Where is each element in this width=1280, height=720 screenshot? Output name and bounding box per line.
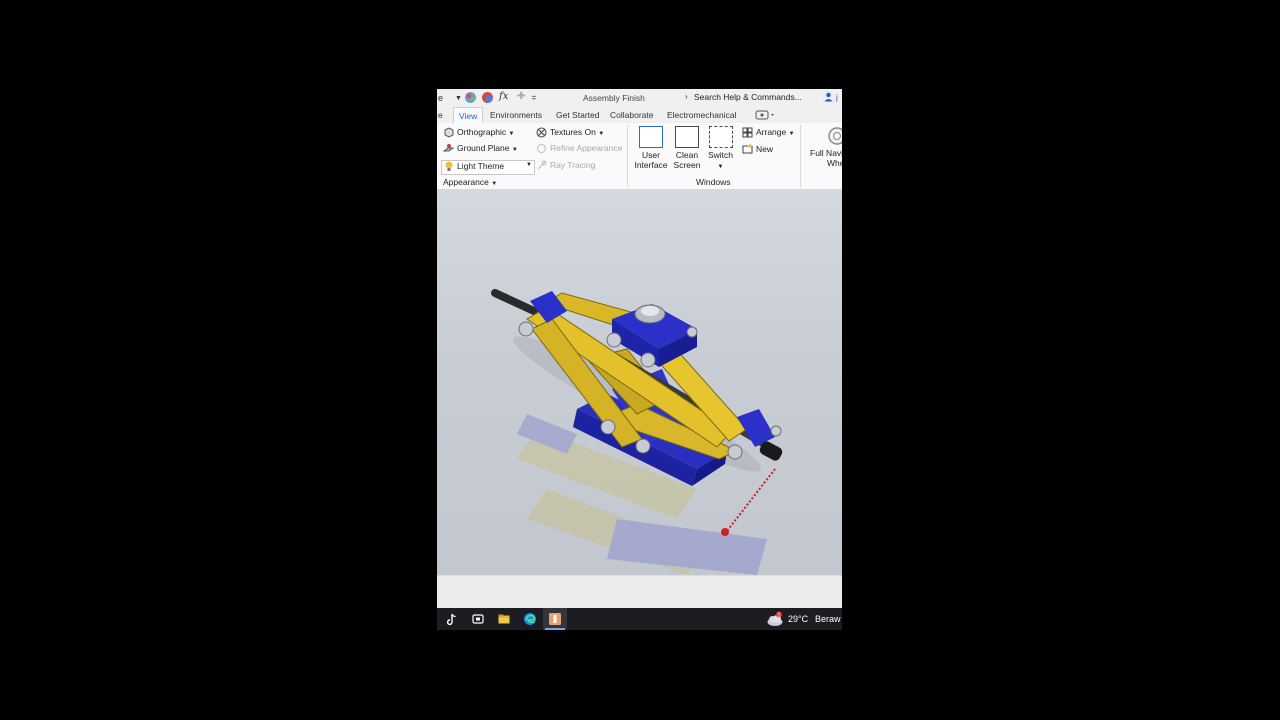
switch-label: Switch	[707, 150, 734, 160]
task-view-icon[interactable]	[471, 612, 485, 626]
user-interface-button[interactable]: User Interface	[632, 126, 670, 170]
tab-view[interactable]: View	[453, 107, 483, 124]
cube-icon	[444, 127, 454, 138]
ribbon-tabs: e View Environments Get Started Collabor…	[437, 106, 842, 124]
clean-screen-button[interactable]: Clean Screen	[670, 126, 704, 170]
orthographic-label: Orthographic	[457, 127, 507, 137]
document-title: Assembly Finish	[583, 93, 645, 103]
ground-plane-label: Ground Plane	[457, 143, 510, 153]
full-navigation-wheel-button[interactable]: Full Navi Whe	[805, 126, 842, 168]
clean-screen-label-1: Clean	[675, 150, 699, 160]
textures-icon	[536, 127, 547, 138]
light-theme-label: Light Theme	[457, 161, 505, 171]
ribbon: Orthographic ▼ Ground Plane ▼ Light Them…	[437, 123, 842, 190]
ground-plane-icon	[443, 144, 454, 152]
divider	[627, 125, 628, 187]
tab-partial[interactable]: e	[438, 110, 443, 120]
tab-electromechanical[interactable]: Electromechanical	[667, 110, 736, 120]
arrange-icon	[742, 127, 753, 138]
tab-environments[interactable]: Environments	[490, 110, 542, 120]
bulb-icon	[445, 161, 453, 172]
3d-viewport[interactable]	[437, 189, 842, 575]
temperature[interactable]: 29°C	[788, 614, 808, 624]
scissor-jack-model[interactable]	[437, 189, 842, 575]
bolt-head[interactable]	[640, 352, 656, 368]
weather-text[interactable]: Beraw	[815, 614, 841, 624]
divider	[800, 125, 801, 187]
refine-icon	[537, 144, 546, 154]
bolt-head[interactable]	[600, 419, 616, 435]
switch-windows-icon	[708, 126, 733, 148]
refine-appearance-label: Refine Appearance	[550, 143, 623, 153]
light-theme-dropdown[interactable]: Light Theme ▼	[444, 161, 532, 172]
inventor-app-icon[interactable]	[548, 612, 562, 626]
bolt-head[interactable]	[770, 425, 782, 437]
ground-plane-button[interactable]: Ground Plane ▼	[443, 143, 518, 154]
bolt-head[interactable]	[518, 321, 534, 337]
new-window-label: New	[756, 144, 774, 154]
tab-get-started[interactable]: Get Started	[556, 110, 599, 120]
lift-pad-top	[641, 306, 659, 316]
chevron-down-icon: ▼	[526, 162, 532, 168]
tab-view-label: View	[459, 111, 478, 121]
chevron-down-icon: ▼	[717, 164, 724, 170]
user-icon[interactable]	[823, 91, 834, 102]
clean-screen-label-2: Screen	[673, 160, 701, 170]
user-interface-icon	[639, 126, 663, 148]
partial-icon: e	[438, 93, 444, 103]
plus-icon[interactable]: ✚	[517, 91, 525, 103]
inventor-window: e ▼ fx ✚ ≑ Assembly Finish › Search Help…	[437, 89, 842, 630]
full-nav-label-2: Whe	[827, 158, 842, 168]
textures-on-button[interactable]: Textures On ▼	[536, 127, 604, 138]
rotation-indicator-line	[726, 468, 776, 532]
appearance-panel-title[interactable]: Appearance ▼	[443, 177, 497, 187]
material-icon[interactable]	[481, 91, 494, 104]
bolt-head[interactable]	[686, 326, 698, 338]
windows-panel-title: Windows	[696, 177, 731, 187]
tiktok-icon[interactable]	[445, 612, 459, 626]
full-nav-label-1: Full Navi	[810, 148, 842, 158]
new-window-icon	[742, 144, 753, 154]
dropdown-caret-icon[interactable]: ▼	[455, 93, 462, 105]
new-window-button[interactable]: New	[742, 144, 773, 155]
appearance-panel-label: Appearance	[443, 177, 489, 187]
edge-browser-icon[interactable]	[523, 612, 537, 626]
user-interface-label-1: User	[642, 150, 660, 160]
user-interface-label-2: Interface	[634, 160, 668, 170]
active-indicator	[545, 628, 565, 630]
status-bar	[437, 575, 842, 609]
weather-cloud-icon[interactable]: 1	[766, 611, 784, 627]
arrange-button[interactable]: Arrange ▼	[742, 127, 795, 138]
bolt-head[interactable]	[606, 332, 622, 348]
user-name[interactable]: j	[836, 93, 838, 102]
ray-tracing-button[interactable]: Ray Tracing	[536, 160, 595, 171]
windows-taskbar: 1 29°C Beraw	[437, 608, 842, 630]
notification-badge: 1	[778, 612, 781, 618]
chevron-right-icon[interactable]: ›	[685, 92, 688, 101]
bolt-head[interactable]	[635, 438, 651, 454]
title-bar: e ▼ fx ✚ ≑ Assembly Finish › Search Help…	[437, 89, 842, 106]
clean-screen-icon	[675, 126, 699, 148]
orthographic-button[interactable]: Orthographic ▼	[443, 127, 514, 138]
search-help-input[interactable]: Search Help & Commands...	[694, 92, 802, 102]
fx-icon[interactable]: fx	[499, 91, 508, 103]
tab-collaborate[interactable]: Collaborate	[610, 110, 653, 120]
bolt-head[interactable]	[727, 444, 743, 460]
ray-tracing-label: Ray Tracing	[550, 160, 596, 170]
file-explorer-icon[interactable]	[497, 612, 511, 626]
navigation-wheel-icon	[828, 127, 842, 145]
tab-overflow-icon[interactable]	[755, 110, 777, 120]
customize-icon[interactable]: ≑	[531, 93, 537, 105]
refine-appearance-button[interactable]: Refine Appearance	[536, 143, 622, 154]
appearance-icon[interactable]	[464, 91, 477, 104]
rotation-indicator-point[interactable]	[721, 528, 729, 536]
switch-button[interactable]: Switch ▼	[704, 126, 737, 172]
textures-on-label: Textures On	[550, 127, 596, 137]
arrange-label: Arrange	[756, 127, 787, 137]
ray-tracing-icon	[537, 160, 547, 170]
